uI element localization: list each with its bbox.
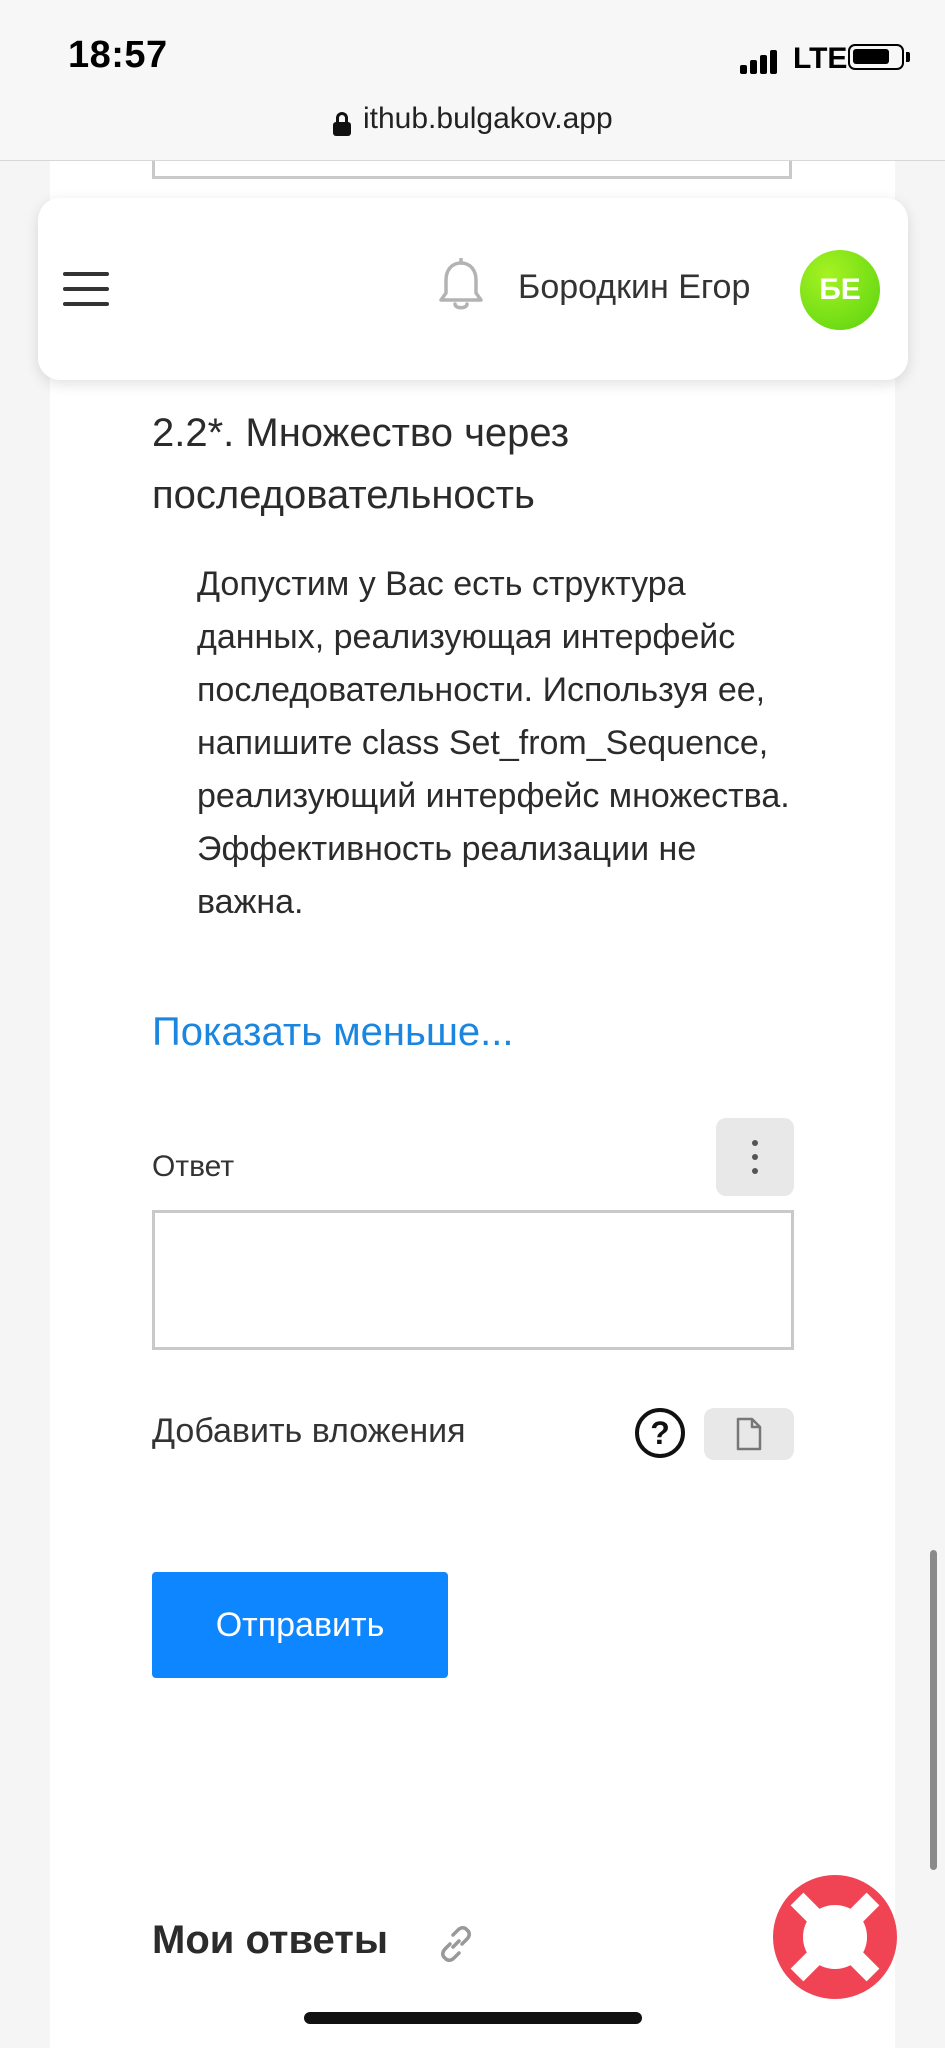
lifebuoy-icon[interactable] bbox=[772, 1874, 898, 2000]
more-options-button[interactable] bbox=[716, 1118, 794, 1196]
show-less-link[interactable]: Показать меньше... bbox=[152, 1010, 514, 1055]
menu-icon[interactable] bbox=[63, 272, 109, 306]
user-name[interactable]: Бородкин Егор bbox=[518, 268, 750, 307]
url-text[interactable]: ithub.bulgakov.app bbox=[363, 102, 613, 136]
submit-button[interactable]: Отправить bbox=[152, 1572, 448, 1678]
url-bar[interactable]: ithub.bulgakov.app bbox=[0, 100, 945, 161]
scrollbar[interactable] bbox=[930, 1550, 937, 1870]
signal-icon bbox=[740, 48, 780, 74]
attach-file-button[interactable] bbox=[704, 1408, 794, 1460]
file-icon bbox=[736, 1417, 762, 1451]
previous-answer-field[interactable] bbox=[152, 161, 792, 179]
task-title: 2.2*. Множество через последовательность bbox=[152, 411, 570, 517]
bell-icon[interactable] bbox=[436, 258, 486, 314]
status-time: 18:57 bbox=[68, 34, 168, 76]
help-icon[interactable]: ? bbox=[635, 1408, 685, 1458]
status-bar: 18:57 LTE bbox=[0, 0, 945, 110]
lock-icon bbox=[333, 112, 351, 136]
answer-textarea[interactable] bbox=[152, 1210, 794, 1350]
avatar[interactable]: БЕ bbox=[800, 250, 880, 330]
app-header: Бородкин Егор БЕ bbox=[38, 198, 908, 380]
link-icon[interactable] bbox=[436, 1924, 476, 1964]
task-description: Допустим у Вас есть структура данных, ре… bbox=[197, 565, 790, 921]
battery-icon bbox=[848, 44, 910, 70]
more-vertical-icon bbox=[752, 1140, 758, 1146]
home-indicator bbox=[304, 2012, 642, 2024]
answer-label: Ответ bbox=[152, 1150, 235, 1183]
attach-label: Добавить вложения bbox=[152, 1412, 466, 1450]
network-type: LTE bbox=[793, 42, 848, 75]
my-answers-title: Мои ответы bbox=[152, 1918, 389, 1962]
